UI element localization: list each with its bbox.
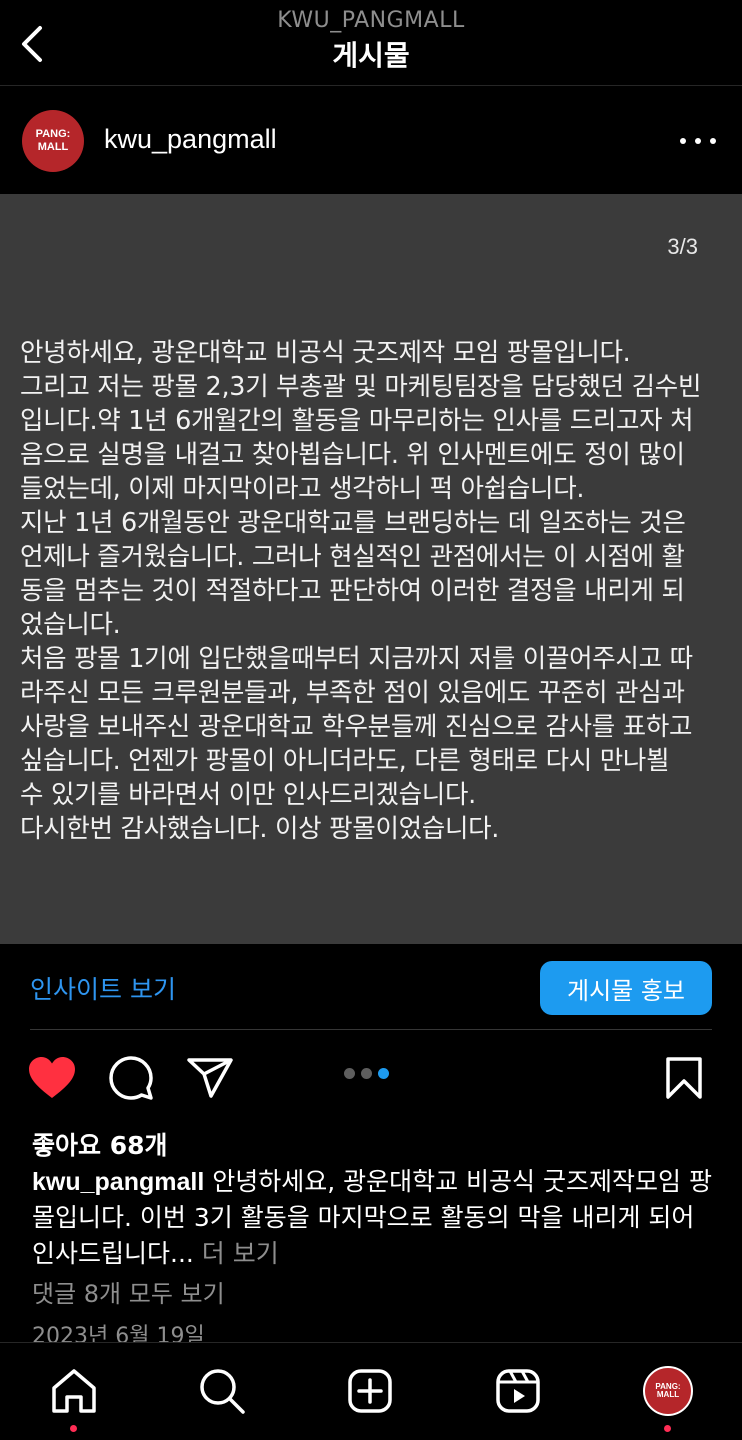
view-insights-link[interactable]: 인사이트 보기 xyxy=(30,970,176,1006)
profile-notification-dot xyxy=(664,1425,671,1432)
view-all-comments-link[interactable]: 댓글 8개 모두 보기 xyxy=(32,1274,225,1309)
send-icon xyxy=(187,1058,233,1098)
bottom-nav: PANG: MALL xyxy=(0,1342,742,1440)
like-button[interactable] xyxy=(28,1054,76,1102)
heart-icon xyxy=(29,1057,75,1098)
home-notification-dot xyxy=(70,1425,77,1432)
slide-text: 안녕하세요, 광운대학교 비공식 굿즈제작 모임 팡몰입니다. 그리고 저는 팡… xyxy=(20,338,702,844)
nav-home[interactable] xyxy=(48,1365,100,1417)
post-header: PANG: MALL kwu_pangmall xyxy=(0,86,742,194)
home-icon xyxy=(52,1369,96,1413)
more-dot-icon xyxy=(710,138,716,144)
divider xyxy=(30,1029,712,1030)
more-dot-icon xyxy=(695,138,701,144)
carousel-indicator xyxy=(344,1068,389,1079)
slide-counter: 3/3 xyxy=(667,234,698,259)
comment-icon xyxy=(109,1056,153,1100)
carousel-dot xyxy=(344,1068,355,1079)
top-bar: KWU_PANGMALL 게시물 xyxy=(0,0,742,86)
nav-profile[interactable]: PANG: MALL xyxy=(640,1365,696,1417)
reels-icon xyxy=(496,1369,540,1413)
save-button[interactable] xyxy=(660,1054,708,1102)
avatar-text-line2: MALL xyxy=(37,141,69,153)
profile-avatar: PANG: MALL xyxy=(643,1366,693,1416)
search-icon xyxy=(200,1369,245,1414)
carousel-dot-active xyxy=(378,1068,389,1079)
account-subtitle: KWU_PANGMALL xyxy=(277,8,465,33)
create-icon xyxy=(348,1369,392,1413)
likes-count[interactable]: 좋아요 68개 xyxy=(32,1126,168,1162)
caption-more-link[interactable]: 더 보기 xyxy=(202,1239,279,1268)
profile-avatar-line2: MALL xyxy=(656,1390,680,1399)
post-image-slide[interactable]: 3/3 안녕하세요, 광운대학교 비공식 굿즈제작 모임 팡몰입니다. 그리고 … xyxy=(0,194,742,944)
bookmark-icon xyxy=(666,1057,702,1099)
post-username[interactable]: kwu_pangmall xyxy=(104,124,277,155)
avatar-text-line1: PANG: xyxy=(35,128,71,140)
promote-post-button[interactable]: 게시물 홍보 xyxy=(540,961,712,1015)
avatar[interactable]: PANG: MALL xyxy=(22,110,84,172)
comment-button[interactable] xyxy=(107,1054,155,1102)
nav-reels[interactable] xyxy=(492,1365,544,1417)
more-options-button[interactable] xyxy=(680,126,716,156)
caption-username[interactable]: kwu_pangmall xyxy=(32,1168,204,1196)
nav-search[interactable] xyxy=(196,1365,248,1417)
more-dot-icon xyxy=(680,138,686,144)
nav-create[interactable] xyxy=(344,1365,396,1417)
carousel-dot xyxy=(361,1068,372,1079)
caption: kwu_pangmall 안녕하세요, 광운대학교 비공식 굿즈제작모임 팡몰입… xyxy=(32,1164,712,1272)
share-button[interactable] xyxy=(186,1054,234,1102)
page-title: 게시물 xyxy=(332,39,410,72)
